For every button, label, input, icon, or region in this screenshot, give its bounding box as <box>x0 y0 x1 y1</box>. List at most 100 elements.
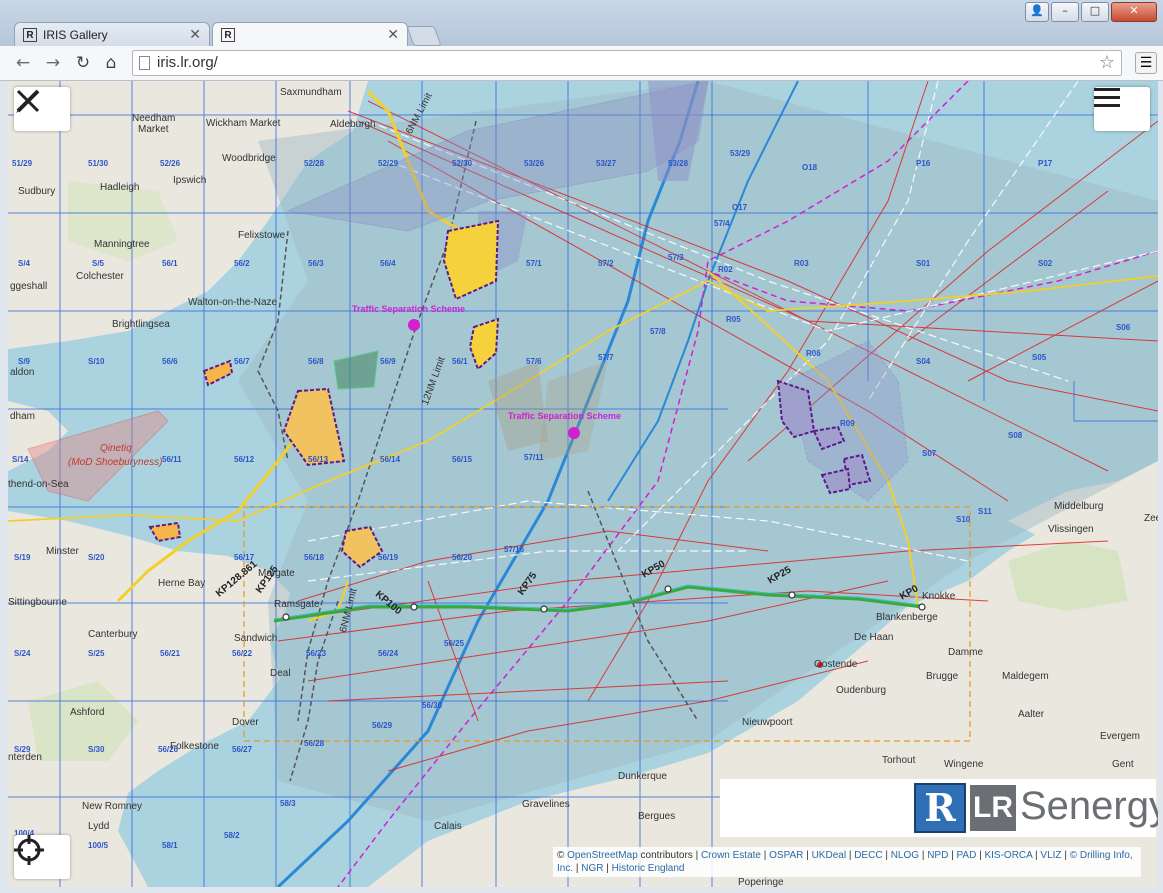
block-bS9: S/9 <box>18 357 31 366</box>
maximize-button[interactable]: □ <box>1081 2 1109 22</box>
place-ashford: Ashford <box>70 707 105 718</box>
attribution-link[interactable]: VLIZ <box>1040 850 1061 861</box>
place-vlissingen: Vlissingen <box>1048 524 1094 535</box>
place-bergues: Bergues <box>638 811 676 822</box>
block-bP17: P17 <box>1038 159 1053 168</box>
place-minster: Minster <box>46 546 79 557</box>
attribution-link[interactable]: DECC <box>854 850 882 861</box>
place-blank: Blankenberge <box>876 612 938 623</box>
block-b5626: 56/26 <box>158 745 179 754</box>
block-b583: 58/3 <box>280 799 296 808</box>
close-button[interactable]: ✕ <box>1111 2 1157 22</box>
forward-icon[interactable]: → <box>42 52 64 74</box>
attribution-link[interactable]: UKDeal <box>812 850 846 861</box>
menu-icon[interactable]: ☰ <box>1135 52 1157 74</box>
block-bS14: S/14 <box>12 455 29 464</box>
block-b578: 57/8 <box>650 327 666 336</box>
reload-icon[interactable]: ↻ <box>72 52 94 74</box>
place-qinetiq: Qinetiq <box>100 443 132 454</box>
place-sitt: Sittingbourne <box>8 597 67 608</box>
user-icon[interactable]: 👤 <box>1025 2 1049 22</box>
tab-close-icon[interactable]: ✕ <box>189 26 201 43</box>
attribution-link[interactable]: OSPAR <box>769 850 803 861</box>
block-b572: 57/2 <box>598 259 614 268</box>
block-bR05: R05 <box>726 315 741 324</box>
block-b5628: 56/28 <box>304 739 325 748</box>
place-oostende: Oostende <box>814 659 858 670</box>
block-b571: 57/1 <box>526 259 542 268</box>
main-menu-button[interactable] <box>1094 87 1150 131</box>
hamburger-icon <box>1094 88 1120 107</box>
place-torhout: Torhout <box>882 755 916 766</box>
block-bR03: R03 <box>794 259 809 268</box>
block-b5130: 51/30 <box>88 159 109 168</box>
iris-logo: R <box>914 783 966 833</box>
block-bR06: R06 <box>806 349 821 358</box>
new-tab-button[interactable] <box>406 26 442 46</box>
back-icon[interactable]: ← <box>12 52 34 74</box>
place-dunkerque: Dunkerque <box>618 771 667 782</box>
attribution-link[interactable]: Historic England <box>612 863 685 874</box>
place-felixstowe: Felixstowe <box>238 230 286 241</box>
home-icon[interactable]: ⌂ <box>100 52 122 74</box>
attribution-link[interactable]: NGR <box>581 863 603 874</box>
attribution-link[interactable]: NPD <box>927 850 948 861</box>
senergy-logo-text: Senergy <box>1020 784 1158 828</box>
block-bR02: R02 <box>718 265 733 274</box>
attribution-link[interactable]: KIS-ORCA <box>984 850 1032 861</box>
block-b566: 56/6 <box>162 357 178 366</box>
place-lydd: Lydd <box>88 821 110 832</box>
place-aldon: aldon <box>10 367 35 378</box>
block-b564: 56/4 <box>380 259 396 268</box>
lr-favicon-icon: R <box>23 27 37 42</box>
block-b574: 57/4 <box>714 219 730 228</box>
star-icon[interactable]: ☆ <box>1099 52 1115 73</box>
block-bS10: S/10 <box>88 357 105 366</box>
place-wickham: Wickham Market <box>206 118 281 129</box>
place-oudenburg: Oudenburg <box>836 685 887 696</box>
place-damme: Damme <box>948 647 984 658</box>
block-b5129: 51/29 <box>12 159 33 168</box>
locate-button[interactable] <box>14 835 70 879</box>
place-needham: Needham <box>132 113 176 124</box>
attribution-link[interactable]: OpenStreetMap <box>567 850 638 861</box>
block-bS4: S/4 <box>18 259 31 268</box>
block-b582: 58/2 <box>224 831 240 840</box>
draw-tools-button[interactable] <box>14 87 70 131</box>
attribution-link[interactable]: PAD <box>956 850 976 861</box>
block-bS11: S11 <box>978 507 992 516</box>
block-b5625: 56/25 <box>444 639 465 648</box>
map-attribution: © OpenStreetMap contributors | Crown Est… <box>553 847 1141 877</box>
address-bar[interactable]: iris.lr.org/ ☆ <box>132 50 1122 76</box>
block-b5612: 56/12 <box>234 455 255 464</box>
block-b562: 56/2 <box>234 259 250 268</box>
block-b5627: 56/27 <box>232 745 253 754</box>
place-manningtree: Manningtree <box>94 239 150 250</box>
block-bS06: S06 <box>1116 323 1131 332</box>
block-b5621: 56/21 <box>160 649 181 658</box>
place-zee: Zee <box>1144 513 1158 524</box>
block-b5328: 53/28 <box>668 159 689 168</box>
block-b5326: 53/26 <box>524 159 545 168</box>
place-mod: (MoD Shoeburyness) <box>68 457 163 468</box>
place-ggeshall: ggeshall <box>10 281 48 292</box>
place-sudbury: Sudbury <box>18 186 56 197</box>
block-b5629: 56/29 <box>372 721 393 730</box>
block-bS02: S02 <box>1038 259 1053 268</box>
attribution-link[interactable]: NLOG <box>891 850 919 861</box>
tss-tss2: Traffic Separation Scheme <box>508 411 622 421</box>
block-bO18: O18 <box>802 163 818 172</box>
block-bS24: S/24 <box>14 649 31 658</box>
tab-close-icon[interactable]: ✕ <box>387 26 399 43</box>
tab-active[interactable]: R ✕ <box>212 22 408 46</box>
place-romney: New Romney <box>82 801 143 812</box>
block-bS05: S05 <box>1032 353 1047 362</box>
place-deal: Deal <box>270 668 291 679</box>
place-knokke: Knokke <box>922 591 956 602</box>
attribution-link[interactable]: Crown Estate <box>701 850 761 861</box>
minimize-button[interactable]: – <box>1051 2 1079 22</box>
place-woodbridge: Woodbridge <box>222 153 276 164</box>
place-dover: Dover <box>232 717 259 728</box>
map-canvas[interactable]: Saxmundham Needham Market Wickham Market Ald… <box>8 81 1158 887</box>
tab-iris-gallery[interactable]: R IRIS Gallery ✕ <box>14 22 210 46</box>
